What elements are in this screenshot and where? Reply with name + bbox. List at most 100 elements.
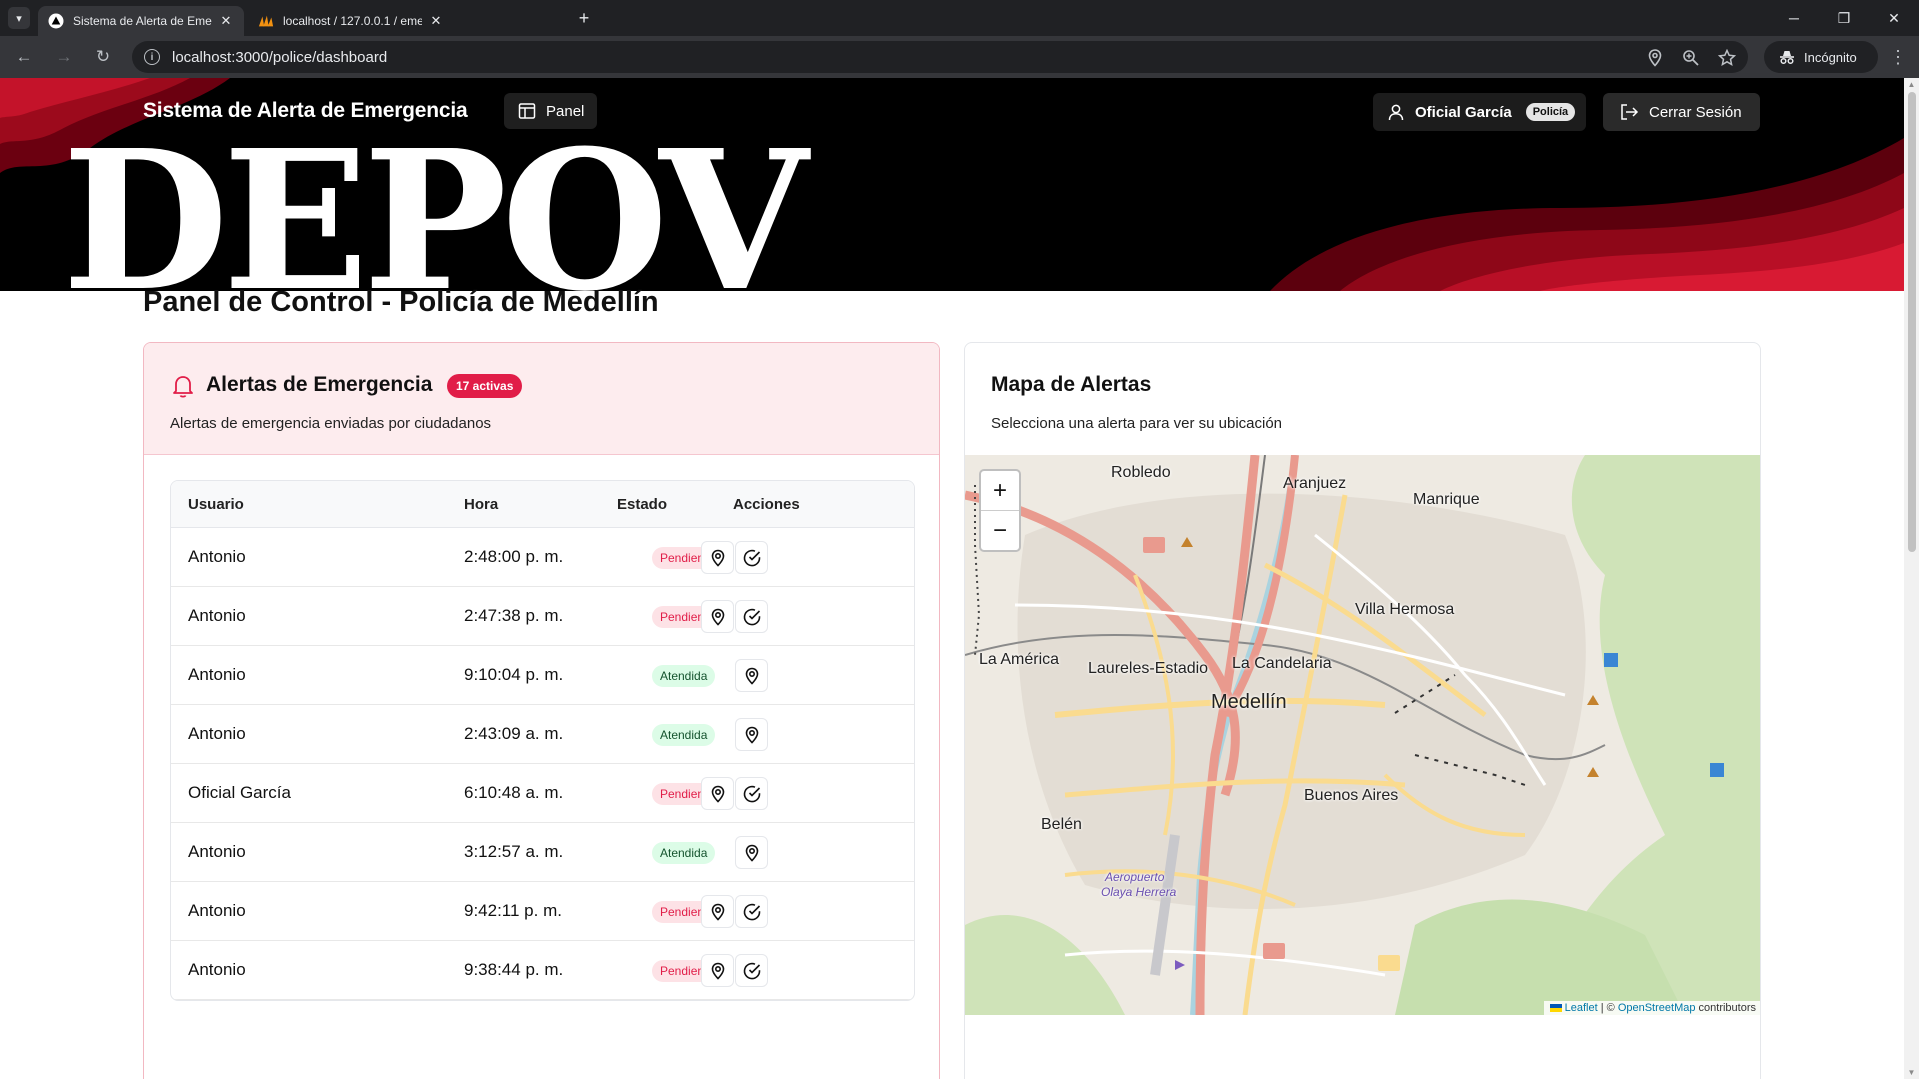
- tab-close-icon[interactable]: ✕: [218, 13, 234, 29]
- row-user: Antonio: [188, 724, 246, 743]
- map-label-buenos-aires: Buenos Aires: [1304, 787, 1399, 804]
- bell-icon: [173, 376, 193, 398]
- status-badge: Atendida: [652, 724, 716, 746]
- view-location-button[interactable]: [701, 777, 734, 810]
- map-pin-icon: [709, 785, 727, 803]
- back-icon[interactable]: ←: [12, 45, 36, 69]
- logout-label: Cerrar Sesión: [1649, 103, 1742, 121]
- address-bar[interactable]: i localhost:3000/police/dashboard: [132, 41, 1748, 73]
- alerts-title: Alertas de Emergencia: [206, 373, 433, 396]
- map-pin-icon: [743, 844, 761, 862]
- view-location-button[interactable]: [701, 541, 734, 574]
- mark-attended-button[interactable]: [735, 954, 768, 987]
- row-user: Antonio: [188, 960, 246, 979]
- view-location-button[interactable]: [701, 954, 734, 987]
- incognito-indicator[interactable]: Incógnito: [1764, 41, 1878, 73]
- row-user: Antonio: [188, 665, 246, 684]
- ukraine-flag-icon: [1549, 1004, 1562, 1013]
- mark-attended-button[interactable]: [735, 895, 768, 928]
- map-pin-icon: [743, 667, 761, 685]
- alerts-map[interactable]: Robledo Aranjuez Manrique Villa Hermosa …: [965, 455, 1760, 1015]
- row-user: Antonio: [188, 547, 246, 566]
- row-time: 9:42:11 p. m.: [464, 901, 562, 920]
- view-location-button[interactable]: [735, 659, 768, 692]
- view-location-button[interactable]: [735, 718, 768, 751]
- role-badge: Policía: [1525, 103, 1576, 121]
- scroll-up-arrow-icon[interactable]: ▲: [1907, 80, 1916, 89]
- table-row: Antonio 2:47:38 p. m. Pendiente: [171, 587, 914, 646]
- table-row: Antonio 2:43:09 a. m. Atendida: [171, 705, 914, 764]
- new-tab-button[interactable]: +: [574, 8, 594, 28]
- user-info: Oficial García Policía: [1373, 93, 1586, 131]
- mark-attended-button[interactable]: [735, 541, 768, 574]
- page-viewport: Sistema de Alerta de Emergencia Panel DE…: [0, 78, 1919, 1079]
- column-header-time: Hora: [464, 496, 499, 513]
- tab-phpmyadmin[interactable]: localhost / 127.0.0.1 / emergencia ✕: [248, 6, 454, 36]
- zoom-icon[interactable]: [1682, 49, 1700, 67]
- banner-logo-text: DEPOV: [62, 109, 808, 292]
- table-row: Antonio 9:42:11 p. m. Pendiente: [171, 882, 914, 941]
- row-user: Antonio: [188, 842, 246, 861]
- page-title: Panel de Control - Policía de Medellín: [143, 286, 659, 318]
- logout-icon: [1621, 104, 1639, 120]
- view-location-button[interactable]: [701, 895, 734, 928]
- check-circle-icon: [742, 961, 762, 981]
- reload-icon[interactable]: ↻: [91, 45, 115, 69]
- mark-attended-button[interactable]: [735, 777, 768, 810]
- map-label-la-candelaria: La Candelaria: [1232, 655, 1332, 672]
- status-badge: Atendida: [652, 842, 716, 864]
- restore-button[interactable]: ❐: [1819, 0, 1869, 36]
- map-attribution: Leaflet | © OpenStreetMap contributors: [1543, 1001, 1760, 1015]
- map-card: Mapa de Alertas Selecciona una alerta pa…: [964, 342, 1761, 1079]
- osm-link[interactable]: OpenStreetMap: [1618, 1002, 1696, 1014]
- map-label-villa-hermosa: Villa Hermosa: [1355, 601, 1455, 618]
- map-zoom-control: + −: [979, 469, 1021, 552]
- map-label-laureles: Laureles-Estadio: [1088, 660, 1209, 677]
- site-info-icon[interactable]: i: [144, 49, 160, 65]
- row-time: 9:38:44 p. m.: [464, 960, 564, 979]
- row-time: 6:10:48 a. m.: [464, 783, 564, 802]
- row-time: 2:47:38 p. m.: [464, 606, 564, 625]
- table-body: Antonio 2:48:00 p. m. Pendiente Antonio 2:47…: [171, 528, 914, 1000]
- row-user: Antonio: [188, 901, 246, 920]
- minimize-button[interactable]: ─: [1769, 0, 1819, 36]
- browser-menu-icon[interactable]: ⋮: [1888, 45, 1908, 69]
- map-label-aranjuez: Aranjuez: [1283, 475, 1347, 492]
- attribution-separator: | ©: [1597, 1002, 1618, 1014]
- mark-attended-button[interactable]: [735, 600, 768, 633]
- page-scrollbar[interactable]: ▲ ▼: [1904, 78, 1919, 1079]
- row-user: Antonio: [188, 606, 246, 625]
- phpmyadmin-favicon-icon: [258, 13, 274, 29]
- row-user: Oficial García: [188, 783, 291, 802]
- row-time: 2:43:09 a. m.: [464, 724, 564, 743]
- map-label-la-america: La América: [979, 651, 1060, 668]
- column-header-status: Estado: [617, 496, 668, 513]
- bookmark-star-icon[interactable]: [1718, 49, 1736, 67]
- alerts-description: Alertas de emergencia enviadas por ciuda…: [170, 415, 492, 432]
- column-header-user: Usuario: [188, 496, 244, 513]
- zoom-in-button[interactable]: +: [981, 471, 1019, 511]
- location-icon[interactable]: [1646, 49, 1664, 67]
- incognito-label: Incógnito: [1804, 49, 1857, 65]
- alerts-card-header: Alertas de Emergencia 17 activas Alertas…: [144, 343, 939, 455]
- forward-icon[interactable]: →: [52, 45, 76, 69]
- tab-title: Sistema de Alerta de Emergencia: [73, 14, 212, 28]
- tab-active[interactable]: Sistema de Alerta de Emergencia ✕: [38, 6, 244, 36]
- scroll-down-arrow-icon[interactable]: ▼: [1907, 1068, 1916, 1077]
- view-location-button[interactable]: [701, 600, 734, 633]
- url-text: localhost:3000/police/dashboard: [172, 48, 388, 66]
- zoom-out-button[interactable]: −: [981, 511, 1019, 551]
- scrollbar-thumb[interactable]: [1908, 92, 1916, 552]
- leaflet-link[interactable]: Leaflet: [1565, 1002, 1598, 1014]
- map-label-robledo: Robledo: [1111, 464, 1171, 481]
- logout-button[interactable]: Cerrar Sesión: [1603, 93, 1760, 131]
- tab-close-icon[interactable]: ✕: [428, 13, 444, 29]
- tab-search-button[interactable]: ▾: [8, 7, 30, 29]
- user-icon: [1388, 104, 1404, 121]
- view-location-button[interactable]: [735, 836, 768, 869]
- check-circle-icon: [742, 607, 762, 627]
- map-pin-icon: [709, 608, 727, 626]
- incognito-icon: [1780, 51, 1794, 65]
- close-window-button[interactable]: ✕: [1869, 0, 1919, 36]
- map-label-aeropuerto: Aeropuerto: [1105, 870, 1165, 884]
